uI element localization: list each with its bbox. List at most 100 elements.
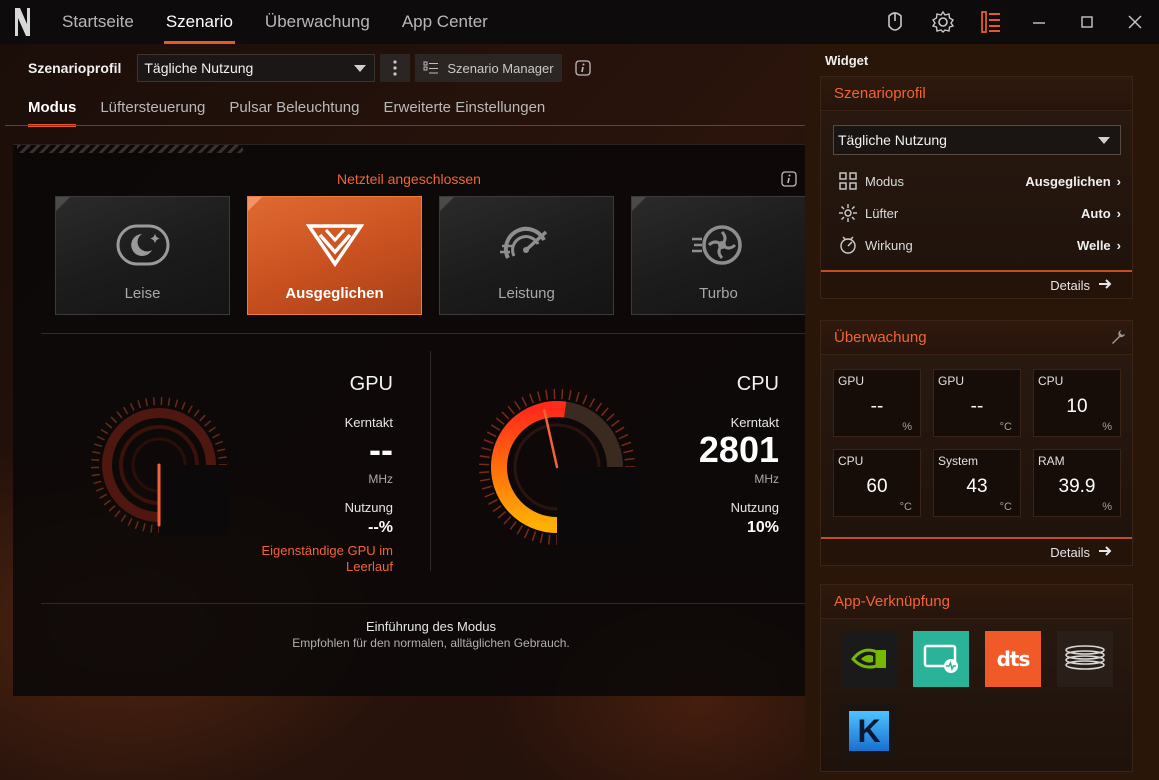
- scenario-profile-label: Szenarioprofil: [28, 60, 122, 76]
- coil-app-icon[interactable]: [1057, 631, 1113, 687]
- widget-profile-select[interactable]: Tägliche Nutzung: [833, 125, 1121, 155]
- gauge-tick: [181, 401, 186, 410]
- widget-row-value: Welle: [1076, 237, 1111, 253]
- gauge-tick: [507, 405, 515, 415]
- widget-profile-value: Tägliche Nutzung: [838, 132, 947, 148]
- power-state-label: Netzteil angeschlossen: [337, 171, 481, 187]
- killer-app-icon[interactable]: K: [841, 703, 897, 759]
- gauge-tick: [96, 435, 105, 441]
- gauge-tick: [137, 400, 142, 409]
- nav-tab-app-center[interactable]: App Center: [386, 0, 504, 44]
- menu-icon[interactable]: [967, 0, 1015, 44]
- brand-logo-icon[interactable]: [0, 0, 44, 44]
- minimize-icon[interactable]: [1015, 0, 1063, 44]
- gauge-tick: [547, 534, 551, 545]
- mode-intro-title: Einführung des Modus: [365, 619, 497, 634]
- wrench-icon[interactable]: [1110, 329, 1126, 349]
- gpu-clock-value: --: [369, 429, 393, 470]
- gauge-tick: [167, 397, 171, 406]
- gauge-tick: [582, 394, 588, 405]
- scenario-manager-button[interactable]: Szenario Manager: [415, 54, 562, 82]
- nav-tab-szenario[interactable]: Szenario: [150, 0, 249, 44]
- sub-tabs-divider: [5, 125, 805, 126]
- gauge-tick: [114, 510, 121, 518]
- widget-profile-details-link[interactable]: Details: [821, 270, 1132, 298]
- info-icon[interactable]: [781, 171, 799, 189]
- mouse-icon[interactable]: [871, 0, 919, 44]
- divider: [41, 603, 805, 604]
- widget-monitor-details-link[interactable]: Details: [821, 537, 1132, 565]
- widget-title: Widget: [825, 53, 869, 68]
- widget-row-luefter[interactable]: Lüfter Auto ›: [837, 202, 1121, 224]
- widget-row-wirkung[interactable]: Wirkung Welle ›: [837, 234, 1121, 256]
- dts-app-icon[interactable]: dts: [985, 631, 1041, 687]
- monitor-name: RAM: [1038, 454, 1065, 468]
- cpu-usage-value: 10%: [746, 519, 779, 536]
- widget-row-value: Ausgeglichen: [1025, 173, 1111, 189]
- gauge-tick: [150, 524, 153, 533]
- gauge-tick: [193, 409, 200, 417]
- gauge-tick: [152, 397, 156, 406]
- gpu-clock-label: Kerntakt: [344, 415, 393, 430]
- gauge-tick: [174, 399, 179, 408]
- monitor-unit: °C: [999, 421, 1012, 433]
- gauge-tick: [95, 487, 104, 492]
- gpu-usage-gauge: [91, 397, 229, 535]
- gauge-tick: [516, 525, 523, 535]
- chevron-right-icon: ›: [1116, 173, 1121, 189]
- widget-profile-title: Szenarioprofil: [821, 77, 1132, 111]
- speedometer-icon: [497, 221, 557, 269]
- gpu-usage-value: --%: [368, 519, 393, 536]
- monitor-unit: %: [1102, 421, 1112, 433]
- gauge-tick: [212, 433, 220, 439]
- info-icon[interactable]: [574, 59, 592, 77]
- gauge-tick: [481, 446, 492, 451]
- cpu-usage-gauge: [479, 389, 637, 547]
- mode-card-ausgeglichen[interactable]: Ausgeglichen: [247, 196, 422, 315]
- gauge-tick: [561, 389, 564, 400]
- gauge-tick: [479, 455, 490, 459]
- fan-icon: [837, 202, 859, 224]
- gauge-tick: [497, 510, 507, 519]
- tab-modus[interactable]: Modus: [28, 99, 77, 127]
- more-options-button[interactable]: [380, 54, 411, 82]
- monitor-name: GPU: [938, 374, 965, 388]
- monitor-cell-cpu-temp: CPU 60 °C: [833, 449, 921, 517]
- mode-label-leise: Leise: [124, 285, 161, 302]
- gear-icon[interactable]: [919, 0, 967, 44]
- gauge-tick: [142, 523, 146, 532]
- mode-card-leise[interactable]: Leise: [55, 196, 230, 315]
- scenario-profile-select[interactable]: Tägliche Nutzung: [137, 54, 376, 82]
- gauge-tick: [488, 498, 498, 506]
- mode-card-turbo[interactable]: Turbo: [631, 196, 806, 315]
- gauge-tick: [492, 505, 502, 513]
- mode-intro-description: Empfohlen für den normalen, alltäglichen…: [292, 636, 570, 650]
- chevron-right-icon: ›: [1116, 205, 1121, 221]
- gauge-tick: [108, 505, 116, 512]
- nvidia-app-icon[interactable]: [841, 631, 897, 687]
- gauge-tick: [521, 396, 528, 407]
- mode-card-leistung[interactable]: Leistung: [439, 196, 614, 315]
- monitor-cell-gpu-usage: GPU -- %: [833, 369, 921, 437]
- scenario-manager-label: Szenario Manager: [447, 60, 554, 76]
- monitor-app-icon[interactable]: [913, 631, 969, 687]
- gauge-tick: [479, 471, 490, 474]
- nav-tab-ueberwachung[interactable]: Überwachung: [249, 0, 386, 44]
- mode-selector: Leise Ausgeglichen Leistung Turbo: [55, 196, 806, 315]
- cpu-title: CPU: [736, 373, 779, 395]
- tab-pulsar-beleuchtung[interactable]: Pulsar Beleuchtung: [229, 99, 359, 127]
- grid-icon: [837, 170, 859, 192]
- close-icon[interactable]: [1111, 0, 1159, 44]
- gauge-tick: [122, 406, 129, 415]
- gauge-tick: [623, 449, 634, 454]
- gauge-tick: [539, 533, 544, 544]
- maximize-icon[interactable]: [1063, 0, 1111, 44]
- gauge-tick: [204, 420, 212, 427]
- tab-lueftersteuerung[interactable]: Lüftersteuerung: [100, 99, 205, 127]
- widget-row-modus[interactable]: Modus Ausgeglichen ›: [837, 170, 1121, 192]
- gpu-usage-label: Nutzung: [344, 500, 393, 515]
- gauge-tick: [116, 411, 123, 419]
- monitor-value: 43: [966, 476, 988, 497]
- nav-tab-startseite[interactable]: Startseite: [46, 0, 150, 44]
- tab-erweiterte-einstellungen[interactable]: Erweiterte Einstellungen: [384, 99, 546, 127]
